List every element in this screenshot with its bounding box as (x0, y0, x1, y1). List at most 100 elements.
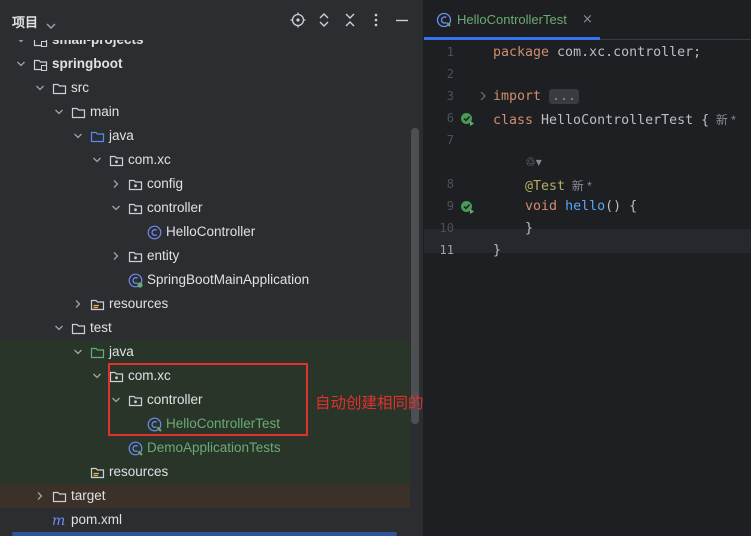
tree-item[interactable]: com.xc (0, 364, 410, 388)
tree-horizontal-scrollbar[interactable] (12, 532, 397, 536)
chevron-right-icon[interactable] (34, 490, 46, 502)
tree-item[interactable]: entity (0, 244, 410, 268)
code-line[interactable]: @Test 新 * (493, 177, 592, 194)
tree-item-label: config (147, 176, 184, 191)
line-number: 2 (446, 67, 454, 81)
code-line[interactable]: class HelloControllerTest { 新 * (493, 111, 736, 128)
chevron-down-icon[interactable] (91, 370, 103, 382)
resources-folder-icon (90, 465, 105, 479)
code-line[interactable]: } (493, 243, 501, 258)
chevron-down-icon[interactable] (91, 154, 103, 166)
chevron-down-icon[interactable] (34, 82, 46, 94)
package-icon (109, 369, 124, 383)
tree-item-label: controller (147, 392, 203, 407)
tree-item[interactable]: java (0, 124, 410, 148)
tree-item[interactable]: main (0, 100, 410, 124)
tree-item[interactable]: com.xc (0, 148, 410, 172)
close-icon[interactable]: × (582, 12, 593, 27)
tree-item-label: src (71, 80, 89, 95)
tree-item[interactable]: controller (0, 196, 410, 220)
code-token: import (493, 89, 542, 104)
run-test-icon[interactable] (460, 200, 475, 219)
folder-icon (52, 81, 67, 95)
code-line[interactable]: void hello() { (493, 199, 637, 214)
tree-item[interactable]: java (0, 340, 410, 364)
chevron-down-icon[interactable] (53, 106, 65, 118)
tree-item-label: SpringBootMainApplication (147, 272, 310, 287)
line-number: 8 (446, 177, 454, 191)
code-token: } (493, 243, 502, 258)
code-token: package (493, 45, 550, 60)
package-icon (128, 177, 143, 191)
tab-hello-controller-test[interactable]: HelloControllerTest × (424, 0, 604, 40)
locate-icon[interactable] (290, 12, 306, 28)
chevron-right-icon[interactable] (110, 250, 122, 262)
folder-icon (71, 321, 86, 335)
tree-item[interactable]: springboot (0, 52, 410, 76)
line-number: 11 (439, 243, 454, 257)
more-icon[interactable] (368, 12, 384, 28)
code-editor[interactable]: HelloControllerTest × 1 2 3 6 7 8 9 10 11 packag… (424, 0, 751, 536)
code-token: com.xc.controller; (549, 45, 702, 60)
code-token: void (525, 199, 558, 214)
code-token: hello (565, 199, 606, 214)
tree-item[interactable]: HelloController (0, 220, 410, 244)
test-class-icon (436, 12, 452, 32)
collapse-all-icon[interactable] (342, 12, 358, 28)
tree-item-label: springboot (52, 56, 123, 71)
tree-item[interactable]: SpringBootMainApplication (0, 268, 410, 292)
tree-item-label: pom.xml (71, 512, 123, 527)
code-line[interactable]: import ... (493, 89, 580, 104)
line-number: 9 (446, 199, 454, 213)
minimize-icon[interactable] (394, 12, 410, 28)
tree-item[interactable]: config (0, 172, 410, 196)
code-token: ♲▾ (525, 155, 542, 169)
tree-item-label: HelloController (166, 224, 256, 239)
line-number: 1 (446, 45, 454, 59)
chevron-down-icon[interactable] (110, 394, 122, 406)
tree-item[interactable]: resources (0, 292, 410, 316)
panel-header: 项目 (0, 0, 423, 40)
annotation-text: 自动创建相同的包结构 (315, 394, 423, 412)
tree-scrollbar[interactable] (411, 128, 419, 424)
tree-item[interactable]: DemoApplicationTests (0, 436, 410, 460)
spring-class-icon (128, 273, 143, 288)
tree-item[interactable]: HelloControllerTest (0, 412, 410, 436)
chevron-down-icon[interactable] (110, 202, 122, 214)
chevron-down-icon[interactable] (53, 322, 65, 334)
chevron-down-icon[interactable] (72, 346, 84, 358)
code-line[interactable]: package com.xc.controller; (493, 45, 701, 60)
test-class-icon (128, 441, 143, 456)
chevron-down-icon[interactable] (46, 15, 56, 34)
tree-item[interactable]: src (0, 76, 410, 100)
chevron-down-icon[interactable] (15, 58, 27, 70)
chevron-right-icon[interactable] (110, 178, 122, 190)
tree-item-label: com.xc (128, 368, 171, 383)
tree-item-label: HelloControllerTest (166, 416, 281, 431)
tree-item-label: java (109, 344, 134, 359)
line-number: 10 (439, 221, 454, 235)
tree-item-label: main (90, 104, 120, 119)
panel-title[interactable]: 项目 (12, 12, 38, 31)
code-line[interactable]: } (493, 221, 533, 236)
line-number: 3 (446, 89, 454, 103)
tree-item[interactable]: target (0, 484, 410, 508)
fold-expand-icon[interactable] (479, 90, 487, 105)
code-token: 新 * (565, 179, 592, 193)
package-icon (109, 153, 124, 167)
run-test-icon[interactable] (460, 112, 475, 131)
chevron-down-icon[interactable] (72, 130, 84, 142)
editor-tab-bar: HelloControllerTest × (424, 0, 751, 40)
code-token: } (493, 221, 534, 236)
project-panel: small-projectsspringbootsrcmainjavacom.x… (0, 0, 423, 536)
chevron-right-icon[interactable] (72, 298, 84, 310)
line-number: 6 (446, 111, 454, 125)
code-token: @Test (525, 179, 566, 194)
editor-gutter[interactable]: 1 2 3 6 7 8 9 10 11 (424, 40, 490, 536)
tree-item[interactable]: m pom.xml (0, 508, 410, 532)
tree-item[interactable]: test (0, 316, 410, 340)
tree-item[interactable]: resources (0, 460, 410, 484)
code-line[interactable]: ♲▾ (493, 155, 542, 170)
expand-all-icon[interactable] (316, 12, 332, 28)
